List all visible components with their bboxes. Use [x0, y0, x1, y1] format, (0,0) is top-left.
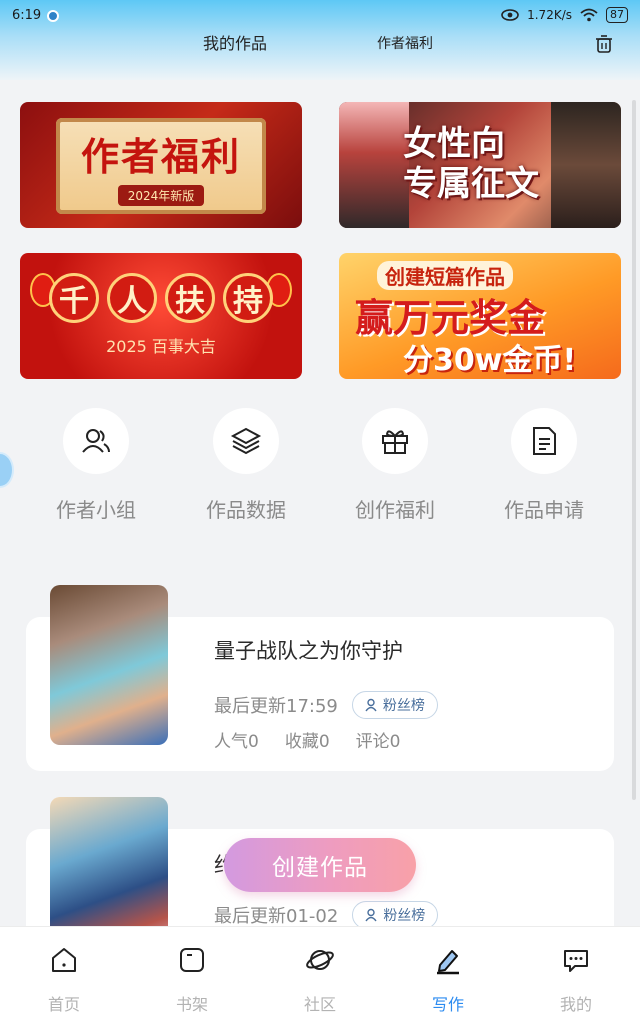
banner-4-line2: 赢万元奖金: [355, 296, 546, 340]
banner-female-contest[interactable]: 女性向 专属征文: [339, 102, 621, 228]
status-bar: 6:19 1.72K/s 87: [0, 0, 640, 32]
status-time: 6:19: [12, 8, 42, 23]
pen-icon: [437, 950, 459, 975]
wifi-icon: [580, 8, 598, 22]
feature-work-application[interactable]: 作品申请: [494, 408, 594, 523]
banner-thousand-support[interactable]: 千 人 扶 持 2025 百事大吉: [20, 253, 302, 379]
document-icon: [533, 427, 556, 455]
banner-scroll: 作者福利 2024年新版: [56, 118, 266, 214]
work-meta: 最后更新17:59 粉丝榜: [214, 691, 438, 719]
banner-1-tag: 2024年新版: [117, 185, 205, 206]
banner-2-character-left: [339, 102, 409, 228]
tab-author-welfare[interactable]: 作者福利: [377, 33, 433, 53]
banner-short-story-prize[interactable]: 创建短篇作品 赢万元奖金 分30w金币!: [339, 253, 621, 379]
banner-3-char: 持: [223, 273, 273, 323]
status-right: 1.72K/s 87: [501, 7, 628, 23]
work-updated: 最后更新17:59: [214, 696, 338, 717]
tab-my-works[interactable]: 我的作品: [203, 30, 267, 54]
feature-circle: [511, 408, 577, 474]
banner-4-line3: 分30w金币!: [403, 343, 577, 378]
feature-author-group[interactable]: 作者小组: [46, 408, 146, 523]
fans-ranking-label: 粉丝榜: [382, 698, 425, 714]
banner-2-character-right: [551, 102, 621, 228]
feature-label: 作品申请: [504, 498, 584, 522]
floating-side-handle[interactable]: [0, 452, 14, 488]
user-icon: [365, 908, 377, 922]
work-comments: 评论0: [355, 732, 401, 752]
banner-3-char: 扶: [165, 273, 215, 323]
nav-label: 书架: [175, 995, 208, 1014]
feature-label: 作者小组: [56, 498, 136, 522]
work-updated: 最后更新01-02: [214, 906, 339, 927]
nav-label: 写作: [431, 995, 464, 1014]
nav-label: 社区: [303, 995, 336, 1014]
work-title: 量子战队之为你守护: [214, 639, 403, 663]
feature-work-data[interactable]: 作品数据: [196, 408, 296, 523]
feature-circle: [63, 408, 129, 474]
fans-ranking-button[interactable]: 粉丝榜: [352, 901, 439, 929]
trash-icon[interactable]: [594, 34, 614, 54]
work-popularity: 人气0: [214, 732, 259, 752]
banner-2-line1: 女性向: [403, 124, 505, 164]
nav-write[interactable]: 写作: [408, 945, 488, 1015]
work-meta: 最后更新01-02 粉丝榜: [214, 901, 439, 929]
banner-4-line1: 创建短篇作品: [377, 261, 513, 290]
notification-dot-icon: [47, 10, 59, 22]
nav-label: 首页: [47, 995, 80, 1014]
fans-ranking-label: 粉丝榜: [383, 908, 426, 924]
feature-label: 创作福利: [355, 498, 435, 522]
nav-community[interactable]: 社区: [280, 945, 360, 1015]
banner-2-text: 女性向 专属征文: [403, 124, 539, 204]
user-icon: [365, 698, 377, 712]
bookshelf-icon: [180, 948, 204, 972]
nav-mine[interactable]: 我的: [536, 945, 616, 1015]
banner-3-subtitle: 2025 百事大吉: [106, 337, 216, 356]
nav-home[interactable]: 首页: [24, 945, 104, 1015]
work-stats: 人气0 收藏0 评论0: [214, 727, 400, 752]
layers-icon: [230, 427, 262, 455]
work-favorites: 收藏0: [284, 732, 330, 752]
battery-level: 87: [606, 7, 628, 23]
planet-icon: [306, 950, 334, 970]
banner-1-title: 作者福利: [80, 135, 241, 179]
work-cover-image[interactable]: [50, 585, 168, 745]
bottom-nav: 首页 书架 社区 写作 我的: [0, 926, 640, 1024]
gift-icon: [382, 430, 408, 454]
feature-creation-welfare[interactable]: 创作福利: [345, 408, 445, 523]
banner-3-char: 人: [107, 273, 157, 323]
banner-3-char: 千: [49, 273, 99, 323]
fans-ranking-button[interactable]: 粉丝榜: [351, 691, 438, 719]
nav-bookshelf[interactable]: 书架: [152, 945, 232, 1015]
feature-label: 作品数据: [206, 498, 286, 522]
home-icon: [52, 948, 76, 972]
banner-author-welfare[interactable]: 作者福利 2024年新版: [20, 102, 302, 228]
feature-circle: [362, 408, 428, 474]
banner-2-line2: 专属征文: [403, 164, 539, 204]
nav-label: 我的: [559, 995, 592, 1014]
group-icon: [82, 429, 110, 453]
chat-icon: [564, 950, 588, 972]
network-speed: 1.72K/s: [527, 8, 572, 22]
scrollbar[interactable]: [632, 100, 636, 800]
eye-icon: [501, 9, 519, 21]
create-work-button[interactable]: 创建作品: [224, 838, 416, 892]
banner-3-title: 千 人 扶 持: [20, 273, 302, 323]
feature-circle: [213, 408, 279, 474]
